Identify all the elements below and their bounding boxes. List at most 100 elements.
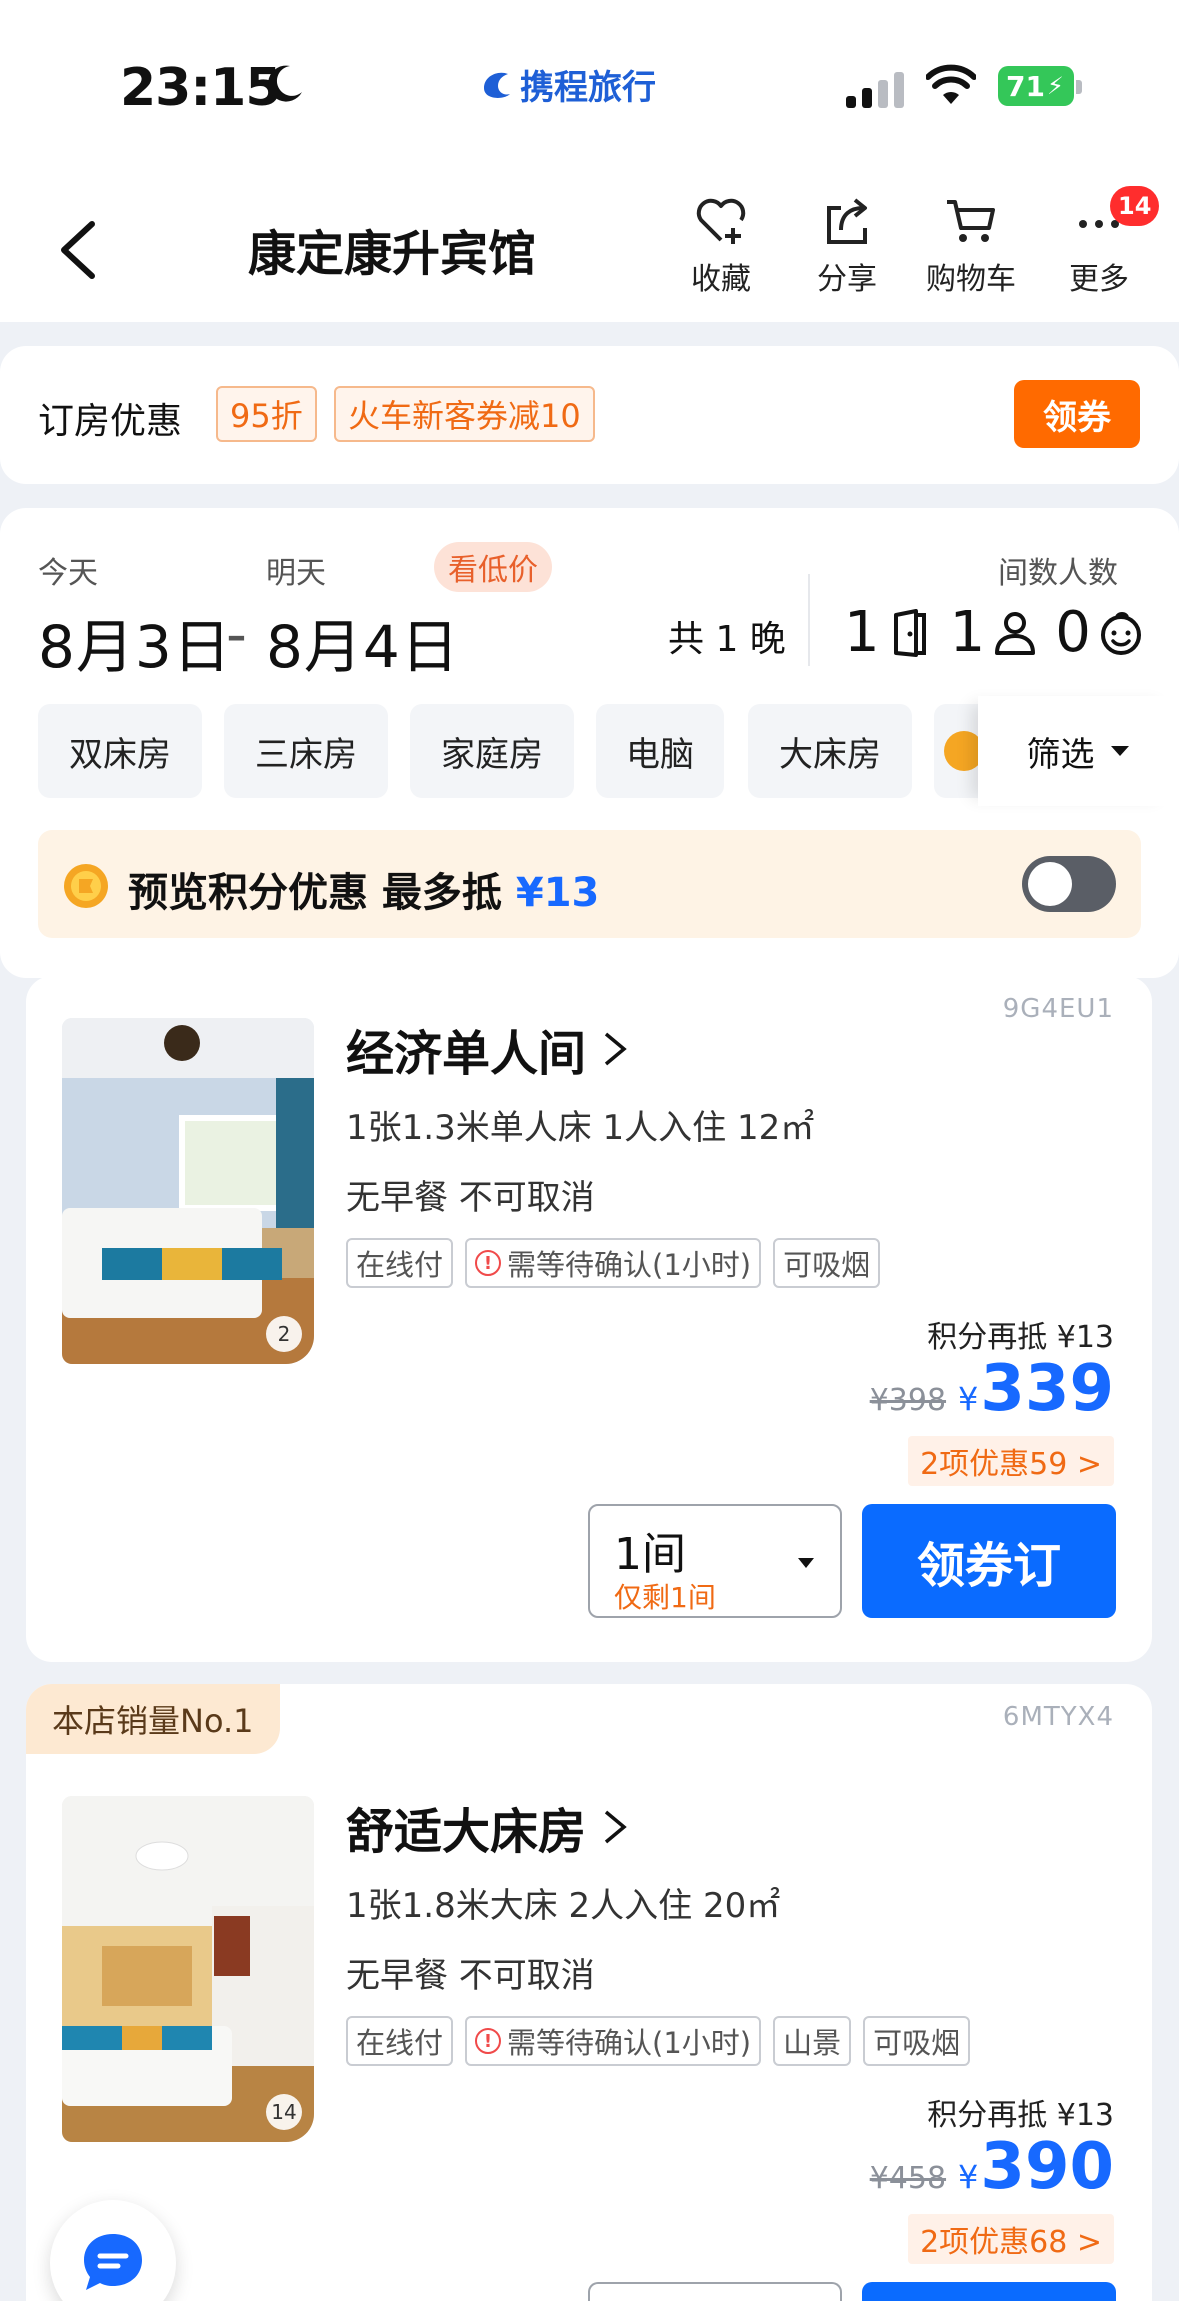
rooms-count: 1	[844, 600, 880, 665]
tag-online-pay: 在线付	[346, 2016, 454, 2066]
battery-indicator: 71 ⚡	[998, 66, 1074, 106]
rooms-left: 仅剩1间	[614, 1581, 716, 1614]
current-price: 390	[980, 2130, 1114, 2204]
checkout-label: 明天	[266, 556, 326, 591]
cart-icon	[947, 200, 995, 242]
room-tags: 在线付 ! 需等待确认(1小时) 可吸烟	[346, 1238, 881, 1288]
discount-detail[interactable]: 2项优惠59 >	[908, 1436, 1114, 1486]
checkin-label: 今天	[38, 556, 98, 591]
claim-coupon-button[interactable]: 领券	[1014, 380, 1140, 448]
cart-button[interactable]: 购物车	[916, 194, 1026, 298]
rooms-guests-label: 间数人数	[998, 556, 1118, 591]
room-photo[interactable]: 2	[62, 1018, 314, 1364]
status-bar: 23:15 携程旅行 71 ⚡	[0, 0, 1179, 170]
chevron-right-icon	[604, 1032, 627, 1066]
wifi-icon	[926, 64, 976, 104]
filter-chip-queen[interactable]: 大床房	[748, 704, 912, 798]
tag-confirm-text: 需等待确认(1小时)	[507, 1248, 752, 1282]
room-tags: 在线付 ! 需等待确认(1小时) 山景 可吸烟	[346, 2016, 971, 2066]
promo-tag-discount: 95折	[216, 386, 317, 442]
tag-mountain-view: 山景	[773, 2016, 852, 2066]
photo-count: 2	[266, 1316, 302, 1352]
page-title: 康定康升宾馆	[248, 226, 537, 282]
room-card[interactable]: 9G4EU1 2 经济单人间 1张1.3米单人床 1人入住 12㎡ 无早餐 不可…	[26, 976, 1152, 1662]
original-price: ¥398	[869, 1383, 947, 1418]
currency-symbol: ¥	[958, 2158, 979, 2196]
warning-icon: !	[475, 2028, 502, 2054]
tag-smoking: 可吸烟	[863, 2016, 971, 2066]
filter-button[interactable]: 筛选	[978, 696, 1179, 806]
share-label: 分享	[817, 262, 877, 297]
child-icon	[1100, 611, 1141, 655]
door-icon	[893, 608, 926, 657]
tag-confirm-wait: ! 需等待确认(1小时)	[465, 2016, 762, 2066]
filter-chip-twin[interactable]: 双床房	[38, 704, 202, 798]
original-price: ¥458	[869, 2161, 947, 2196]
brand-logo: 携程旅行	[480, 60, 656, 109]
heart-plus-icon	[696, 198, 746, 244]
adult-icon	[995, 611, 1036, 655]
checkin-date[interactable]: 8月3日	[38, 600, 232, 684]
room-meal-policy: 无早餐 不可取消	[346, 1178, 595, 1218]
room-name-text: 舒适大床房	[346, 1804, 587, 1860]
moon-icon	[268, 65, 302, 102]
book-with-coupon-button[interactable]: 领券订	[862, 1504, 1116, 1618]
photo-count: 14	[266, 2094, 302, 2130]
dolphin-icon	[484, 72, 510, 98]
date-separator: -	[226, 600, 248, 668]
filter-chip-computer[interactable]: 电脑	[596, 704, 724, 798]
children-count: 0	[1055, 600, 1091, 665]
room-spec: 1张1.3米单人床 1人入住 12㎡	[346, 1108, 815, 1148]
checkout-date[interactable]: 8月4日	[266, 600, 460, 684]
quantity-value: 1间	[614, 1529, 686, 1580]
nav-bar: 康定康升宾馆 收藏 分享 购物车 更多 14	[0, 170, 1179, 322]
favorite-button[interactable]: 收藏	[666, 194, 776, 298]
currency-symbol: ¥	[958, 1380, 979, 1418]
battery-level: 71	[1006, 69, 1045, 103]
back-arrow-icon[interactable]	[54, 220, 104, 280]
filter-chip-triple[interactable]: 三床房	[224, 704, 388, 798]
cellular-signal-icon	[846, 72, 904, 108]
brand-name: 携程旅行	[520, 68, 656, 108]
tag-confirm-text: 需等待确认(1小时)	[507, 2026, 752, 2060]
promo-tag-coupon: 火车新客券减10	[334, 386, 595, 442]
room-card[interactable]: 本店销量No.1 6MTYX4 14 舒适大床房 1张1.8米大床 2人入住 2…	[26, 1684, 1152, 2301]
room-meal-policy: 无早餐 不可取消	[346, 1956, 595, 1996]
low-price-pill[interactable]: 看低价	[434, 542, 552, 592]
points-toggle[interactable]	[1022, 856, 1116, 912]
room-code: 6MTYX4	[1002, 1702, 1114, 1732]
filter-chip-family[interactable]: 家庭房	[410, 704, 574, 798]
favorite-label: 收藏	[691, 262, 751, 297]
warning-icon: !	[475, 1250, 502, 1276]
points-discount-bar: 预览积分优惠 最多抵 ¥13	[38, 830, 1141, 938]
room-photo[interactable]: 14	[62, 1796, 314, 2142]
room-spec: 1张1.8米大床 2人入住 20㎡	[346, 1886, 781, 1926]
points-amount: ¥13	[515, 870, 600, 916]
price-row: ¥458 ¥ 390	[870, 2130, 1114, 2204]
rooms-guests-selector[interactable]: 1 1 0	[844, 600, 1161, 665]
price-row: ¥398 ¥ 339	[870, 1352, 1114, 1426]
nights-count: 共 1 晚	[668, 619, 786, 660]
caret-down-icon	[798, 1558, 814, 1568]
room-quantity-select[interactable]: 1间 仅剩1间	[588, 1504, 842, 1618]
points-offset-line: 积分再抵 ¥13	[927, 1320, 1114, 1355]
share-button[interactable]: 分享	[792, 194, 902, 298]
points-coin-icon	[64, 864, 108, 908]
current-price: 339	[980, 1352, 1114, 1426]
battery-cap	[1076, 80, 1082, 94]
caret-down-icon	[1110, 746, 1129, 756]
room-name[interactable]: 经济单人间	[346, 1014, 628, 1084]
tag-smoking: 可吸烟	[773, 1238, 881, 1288]
filter-label: 筛选	[1026, 734, 1095, 775]
booking-promo-card: 订房优惠 95折 火车新客券减10 领券	[0, 346, 1179, 484]
tag-online-pay: 在线付	[346, 1238, 454, 1288]
bestseller-badge: 本店销量No.1	[26, 1684, 280, 1754]
adults-count: 1	[949, 600, 986, 665]
discount-detail[interactable]: 2项优惠68 >	[908, 2214, 1114, 2264]
room-photo-image	[62, 1018, 314, 1364]
room-name[interactable]: 舒适大床房	[346, 1792, 628, 1862]
promo-label: 订房优惠	[38, 401, 183, 442]
room-quantity-select[interactable]	[588, 2282, 842, 2301]
book-button[interactable]	[862, 2282, 1116, 2301]
charging-bolt-icon: ⚡	[1046, 72, 1064, 100]
